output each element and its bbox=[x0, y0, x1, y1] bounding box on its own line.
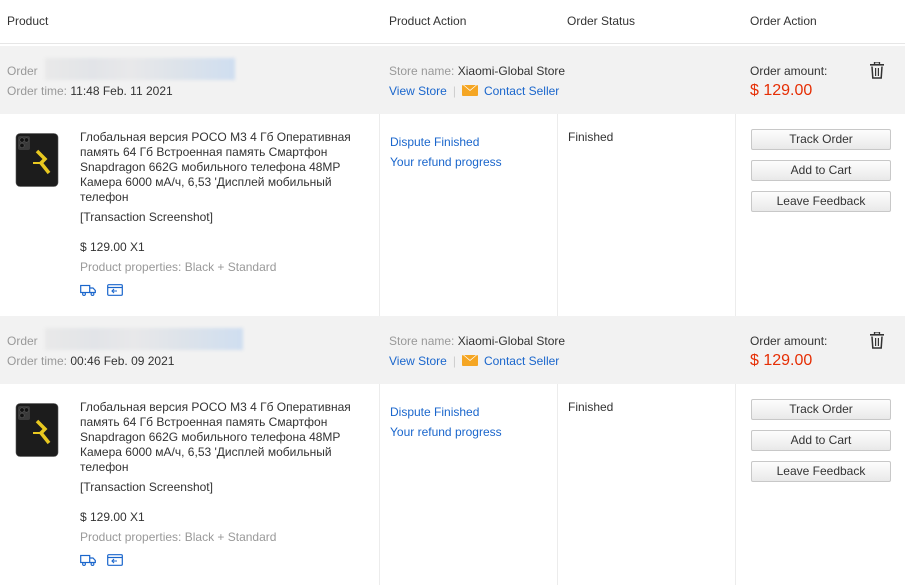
store-links: View Store | Contact Seller bbox=[389, 354, 559, 368]
order-number-label: Order bbox=[7, 64, 38, 78]
transaction-screenshot[interactable]: [Transaction Screenshot] bbox=[80, 480, 213, 494]
order-amount-value: $ 129.00 bbox=[750, 82, 813, 99]
phone-thumbnail[interactable] bbox=[15, 133, 59, 187]
leave-feedback-button[interactable]: Leave Feedback bbox=[751, 461, 891, 482]
product-price-qty: $ 129.00 X1 bbox=[80, 510, 145, 524]
column-divider bbox=[735, 384, 736, 585]
product-title[interactable]: Глобальная версия POCO M3 4 Гб Оперативн… bbox=[80, 130, 370, 205]
header-order-action: Order Action bbox=[750, 14, 817, 28]
order-time: Order time: 00:46 Feb. 09 2021 bbox=[7, 354, 174, 368]
column-divider bbox=[557, 114, 558, 316]
product-title[interactable]: Глобальная версия POCO M3 4 Гб Оперативн… bbox=[80, 400, 370, 475]
header-product-action: Product Action bbox=[389, 14, 467, 28]
view-store-link[interactable]: View Store bbox=[389, 84, 447, 98]
store-name: Store name: Xiaomi-Global Store bbox=[389, 64, 565, 78]
order-number-label: Order bbox=[7, 334, 38, 348]
order-status: Finished bbox=[568, 130, 614, 144]
return-icon[interactable] bbox=[107, 554, 124, 569]
order-amount-label: Order amount: bbox=[750, 334, 828, 348]
order-amount-value: $ 129.00 bbox=[750, 352, 813, 369]
redacted-order-number bbox=[45, 328, 243, 350]
refund-progress-link[interactable]: Your refund progress bbox=[390, 425, 502, 439]
column-divider bbox=[379, 384, 380, 585]
trash-icon[interactable] bbox=[869, 62, 885, 79]
order-amount-label: Order amount: bbox=[750, 64, 828, 78]
contact-seller-link[interactable]: Contact Seller bbox=[484, 354, 559, 368]
order-header: Order Order time: 11:48 Feb. 11 2021 Sto… bbox=[0, 46, 905, 114]
table-header: Product Product Action Order Status Orde… bbox=[0, 0, 905, 44]
store-name-value: Xiaomi-Global Store bbox=[457, 334, 566, 348]
order-card: Order Order time: 00:46 Feb. 09 2021 Sto… bbox=[0, 316, 905, 585]
store-name-value: Xiaomi-Global Store bbox=[457, 64, 566, 78]
column-divider bbox=[379, 114, 380, 316]
phone-thumbnail[interactable] bbox=[15, 403, 59, 457]
transaction-screenshot[interactable]: [Transaction Screenshot] bbox=[80, 210, 213, 224]
store-name: Store name: Xiaomi-Global Store bbox=[389, 334, 565, 348]
mail-icon[interactable] bbox=[461, 355, 478, 366]
contact-seller-link[interactable]: Contact Seller bbox=[484, 84, 559, 98]
track-order-button[interactable]: Track Order bbox=[751, 399, 891, 420]
product-price-qty: $ 129.00 X1 bbox=[80, 240, 145, 254]
shipping-icon[interactable] bbox=[80, 554, 96, 569]
service-icons bbox=[80, 554, 131, 569]
product-properties: Product properties: Black + Standard bbox=[80, 260, 277, 274]
add-to-cart-button[interactable]: Add to Cart bbox=[751, 430, 891, 451]
order-time: Order time: 11:48 Feb. 11 2021 bbox=[7, 84, 173, 98]
header-order-status: Order Status bbox=[567, 14, 636, 28]
refund-progress-link[interactable]: Your refund progress bbox=[390, 155, 502, 169]
order-body: Глобальная версия POCO M3 4 Гб Оперативн… bbox=[0, 114, 905, 316]
header-product: Product bbox=[7, 14, 49, 28]
store-links: View Store | Contact Seller bbox=[389, 84, 559, 98]
order-time-label: Order time: bbox=[7, 84, 68, 98]
store-name-label: Store name: bbox=[389, 334, 455, 348]
product-properties: Product properties: Black + Standard bbox=[80, 530, 277, 544]
order-card: Order Order time: 11:48 Feb. 11 2021 Sto… bbox=[0, 46, 905, 316]
order-time-value: 00:46 Feb. 09 2021 bbox=[70, 354, 175, 368]
link-separator: | bbox=[452, 354, 456, 368]
shipping-icon[interactable] bbox=[80, 284, 96, 299]
redacted-order-number bbox=[45, 58, 235, 80]
mail-icon[interactable] bbox=[461, 85, 478, 96]
add-to-cart-button[interactable]: Add to Cart bbox=[751, 160, 891, 181]
track-order-button[interactable]: Track Order bbox=[751, 129, 891, 150]
order-time-value: 11:48 Feb. 11 2021 bbox=[70, 84, 173, 98]
order-body: Глобальная версия POCO M3 4 Гб Оперативн… bbox=[0, 384, 905, 585]
return-icon[interactable] bbox=[107, 284, 124, 299]
trash-icon[interactable] bbox=[869, 332, 885, 349]
dispute-finished-link[interactable]: Dispute Finished bbox=[390, 405, 479, 419]
view-store-link[interactable]: View Store bbox=[389, 354, 447, 368]
column-divider bbox=[557, 384, 558, 585]
order-status: Finished bbox=[568, 400, 614, 414]
link-separator: | bbox=[452, 84, 456, 98]
leave-feedback-button[interactable]: Leave Feedback bbox=[751, 191, 891, 212]
order-time-label: Order time: bbox=[7, 354, 68, 368]
column-divider bbox=[735, 114, 736, 316]
order-header: Order Order time: 00:46 Feb. 09 2021 Sto… bbox=[0, 316, 905, 384]
service-icons bbox=[80, 284, 131, 299]
store-name-label: Store name: bbox=[389, 64, 455, 78]
dispute-finished-link[interactable]: Dispute Finished bbox=[390, 135, 479, 149]
